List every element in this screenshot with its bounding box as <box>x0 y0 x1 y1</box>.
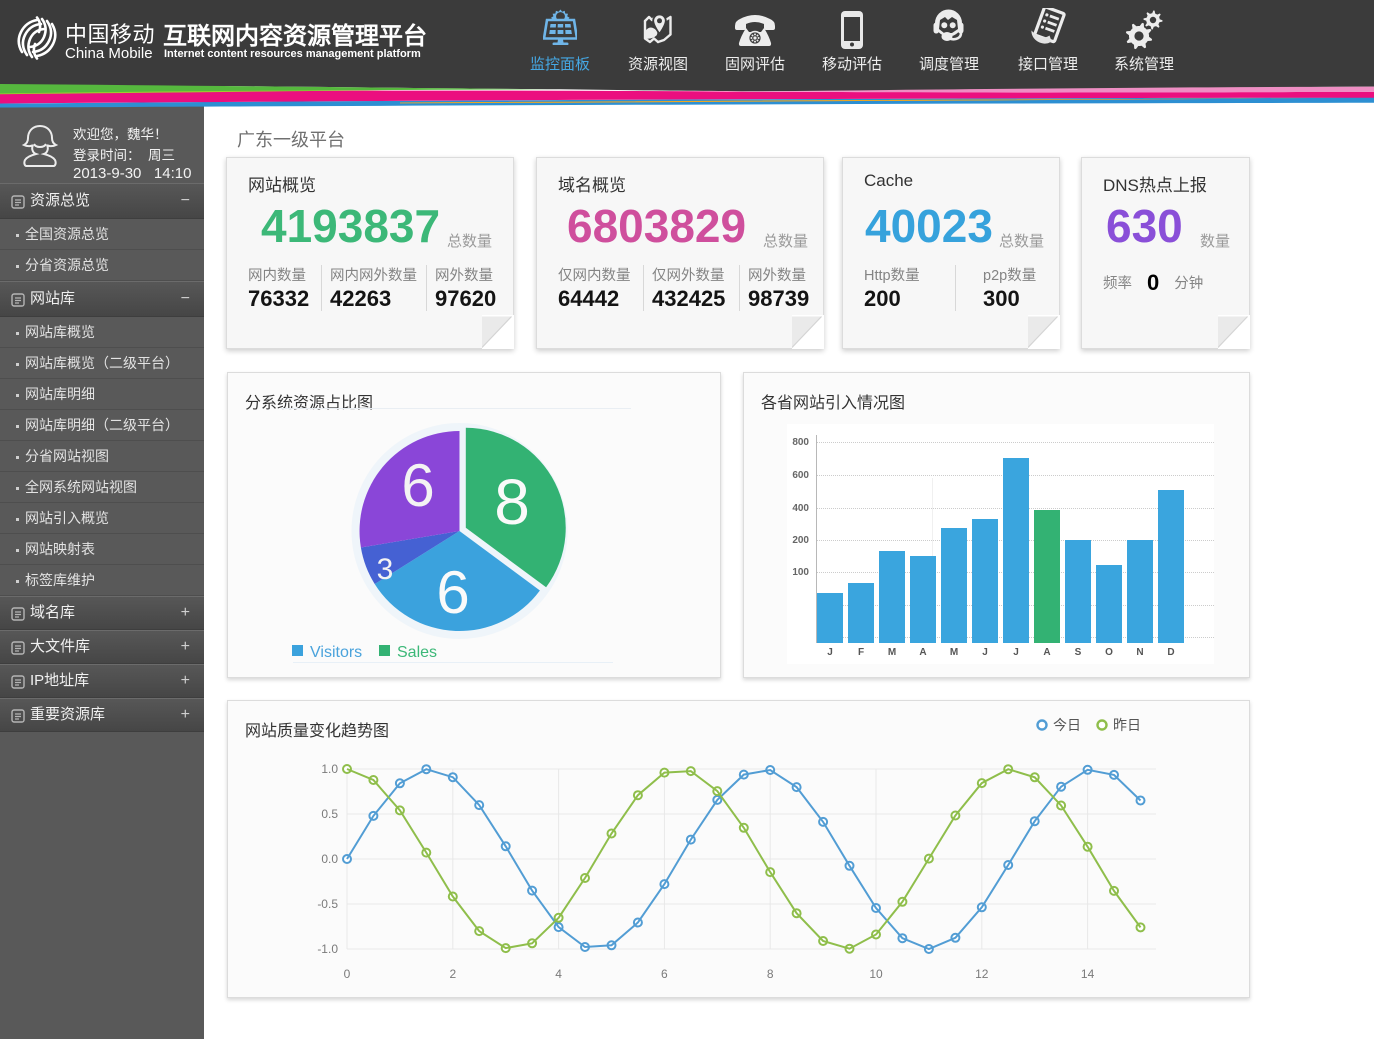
svg-text:14: 14 <box>1081 967 1095 981</box>
svg-text:4: 4 <box>555 967 562 981</box>
svg-text:今日: 今日 <box>1053 717 1081 733</box>
svg-text:12: 12 <box>975 967 989 981</box>
svg-text:-0.5: -0.5 <box>317 897 338 911</box>
svg-text:6: 6 <box>436 559 469 626</box>
svg-text:1.0: 1.0 <box>321 762 338 776</box>
svg-text:0.0: 0.0 <box>321 852 338 866</box>
svg-text:0: 0 <box>344 967 351 981</box>
svg-text:8: 8 <box>767 967 774 981</box>
svg-text:8: 8 <box>494 466 530 538</box>
svg-text:Visitors: Visitors <box>310 644 362 661</box>
svg-text:-1.0: -1.0 <box>317 942 338 956</box>
svg-text:10: 10 <box>869 967 883 981</box>
svg-text:3: 3 <box>377 553 394 586</box>
svg-text:6: 6 <box>661 967 668 981</box>
svg-text:2: 2 <box>449 967 456 981</box>
svg-text:6: 6 <box>401 452 434 519</box>
svg-text:昨日: 昨日 <box>1113 717 1141 733</box>
svg-text:0.5: 0.5 <box>321 807 338 821</box>
svg-text:Sales: Sales <box>397 644 437 661</box>
